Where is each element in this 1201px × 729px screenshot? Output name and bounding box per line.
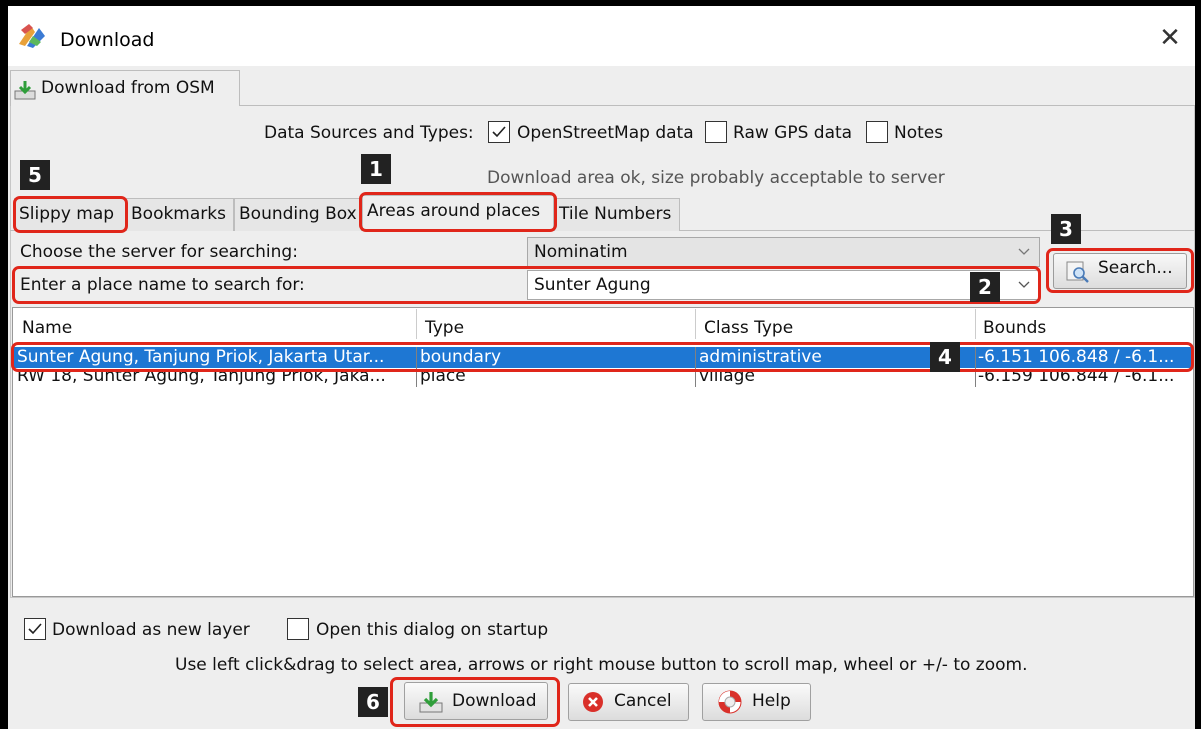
close-icon[interactable]: ✕ xyxy=(1158,25,1182,51)
size-status-message: Download area ok, size probably acceptab… xyxy=(487,168,945,188)
highlight-search-button xyxy=(1046,248,1194,293)
notes-label: Notes xyxy=(894,123,944,143)
download-as-new-layer-label: Download as new layer xyxy=(52,620,250,640)
annotation-badge-3: 3 xyxy=(1051,214,1081,244)
column-header-bounds[interactable]: Bounds xyxy=(983,318,1046,338)
column-separator xyxy=(695,309,696,339)
annotation-badge-6: 6 xyxy=(358,687,388,717)
highlight-areas-around-places xyxy=(359,192,557,232)
column-separator xyxy=(975,309,976,339)
raw-gps-checkbox[interactable] xyxy=(705,121,727,143)
help-button-label: Help xyxy=(752,691,791,711)
notes-checkbox[interactable] xyxy=(866,121,888,143)
highlight-slippy-map xyxy=(13,196,128,233)
column-header-name[interactable]: Name xyxy=(22,318,72,338)
highlight-place-name-row xyxy=(12,266,1041,304)
open-on-startup-checkbox[interactable] xyxy=(287,618,309,640)
download-dialog: Download ✕ Download from OSM Data Source… xyxy=(0,0,1201,729)
checkmark-icon xyxy=(28,623,42,635)
open-on-startup-label: Open this dialog on startup xyxy=(316,620,549,640)
tab-bookmarks[interactable]: Bookmarks xyxy=(126,198,234,231)
server-label: Choose the server for searching: xyxy=(20,242,298,262)
server-select-value: Nominatim xyxy=(534,242,628,262)
data-sources-label: Data Sources and Types: xyxy=(264,123,474,143)
tab-tile-numbers[interactable]: Tile Numbers xyxy=(554,198,680,231)
annotation-badge-2: 2 xyxy=(970,272,1000,302)
column-header-class-type[interactable]: Class Type xyxy=(704,318,793,338)
cancel-button-label: Cancel xyxy=(614,691,672,711)
osm-data-label: OpenStreetMap data xyxy=(517,123,694,143)
column-header-type[interactable]: Type xyxy=(425,318,464,338)
annotation-badge-4: 4 xyxy=(930,342,960,372)
annotation-badge-5: 5 xyxy=(20,160,50,190)
window-frame-right xyxy=(1195,0,1201,729)
annotation-badge-1: 1 xyxy=(361,154,391,184)
title-bar xyxy=(8,6,1195,66)
raw-gps-label: Raw GPS data xyxy=(733,123,853,143)
download-icon xyxy=(14,81,36,100)
checkmark-icon xyxy=(492,126,506,138)
josm-app-icon xyxy=(19,24,45,48)
chevron-down-icon[interactable] xyxy=(1017,247,1031,257)
tab-download-from-osm-label: Download from OSM xyxy=(41,78,215,98)
highlight-download-button xyxy=(390,677,560,727)
tab-bounding-box[interactable]: Bounding Box xyxy=(234,198,362,231)
window-frame-left xyxy=(0,0,8,729)
help-icon xyxy=(718,690,742,714)
column-separator xyxy=(416,309,417,339)
window-title: Download xyxy=(60,29,155,51)
map-usage-hint: Use left click&drag to select area, arro… xyxy=(175,655,1028,675)
download-as-new-layer-checkbox[interactable] xyxy=(24,618,46,640)
osm-data-checkbox[interactable] xyxy=(488,121,510,143)
highlight-selected-row xyxy=(11,342,1194,372)
cancel-icon xyxy=(583,692,603,712)
